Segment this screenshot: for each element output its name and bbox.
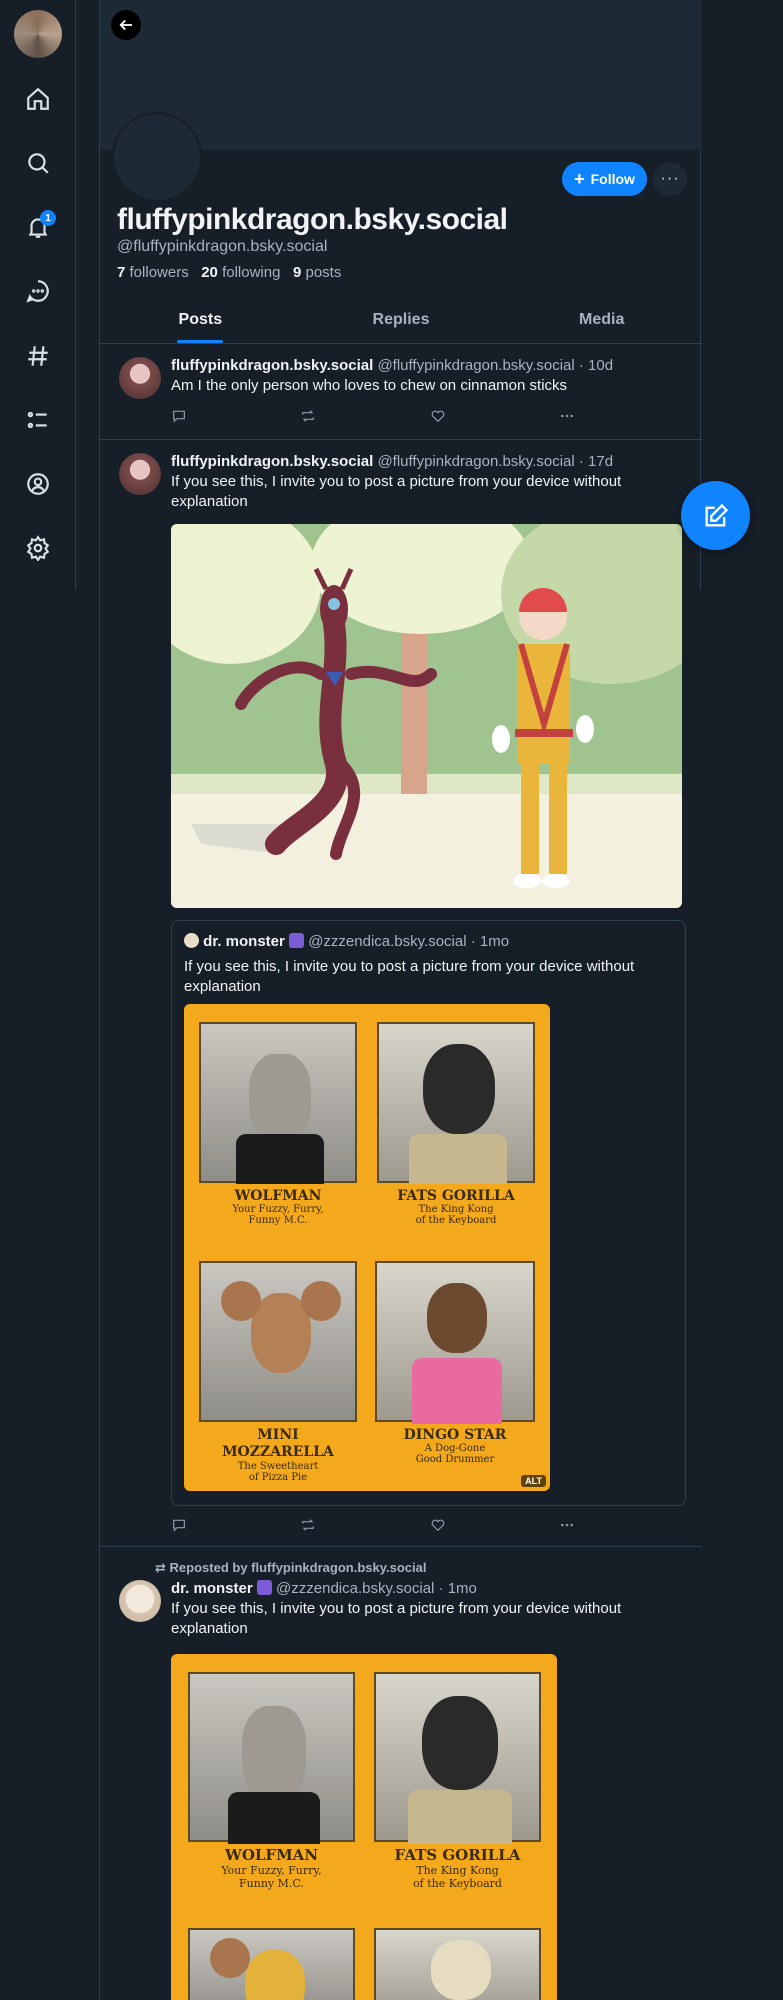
like-icon[interactable]	[430, 1517, 446, 1533]
profile-icon[interactable]	[19, 465, 57, 503]
repost-small-icon: ⇄	[155, 1560, 166, 1575]
mozzarella-photo	[188, 1928, 355, 2000]
post-avatar[interactable]	[119, 357, 161, 399]
post-text: If you see this, I invite you to post a …	[171, 473, 622, 510]
arrow-left-icon	[119, 19, 132, 31]
post-meta: fluffypinkdragon.bsky.social @fluffypink…	[171, 453, 691, 470]
quote-time: · 1mo	[470, 933, 510, 950]
post-actions	[171, 1517, 573, 1537]
post-time[interactable]: · 17d	[579, 453, 613, 470]
post-time[interactable]: · 1mo	[439, 1580, 477, 1597]
dingo-photo	[375, 1261, 535, 1424]
follow-button[interactable]: + Follow	[562, 162, 647, 196]
poster-caption: DINGO STAR A Dog-Gone Good Drummer	[403, 1427, 507, 1465]
post-image[interactable]: WOLFMAN Your Fuzzy, Furry, Funny M.C. FA…	[171, 1654, 557, 2000]
post-handle: @fluffypinkdragon.bsky.social	[377, 453, 575, 470]
post-avatar[interactable]	[119, 1580, 161, 1622]
emoji-badge-icon	[289, 933, 305, 948]
post-time[interactable]: · 10d	[579, 357, 613, 374]
profile-more-button[interactable]: ···	[653, 162, 687, 196]
alt-badge[interactable]: ALT	[521, 1475, 546, 1487]
notification-badge: 1	[40, 210, 56, 226]
post-more-icon[interactable]	[559, 408, 575, 424]
like-icon[interactable]	[430, 408, 446, 424]
settings-icon[interactable]	[19, 529, 57, 567]
post-handle: @zzzendica.bsky.social	[276, 1580, 435, 1597]
chat-icon[interactable]	[19, 272, 57, 310]
reply-icon[interactable]	[171, 1517, 187, 1533]
my-avatar[interactable]	[14, 10, 62, 58]
post-handle: @fluffypinkdragon.bsky.social	[377, 357, 575, 374]
post-author[interactable]: dr. monster	[171, 1580, 253, 1597]
tab-media[interactable]: Media	[501, 300, 702, 343]
following-link[interactable]: 20 following	[201, 264, 280, 281]
bell-icon[interactable]: 1	[19, 208, 57, 246]
cartoon-illustration	[171, 524, 682, 908]
follow-label: Follow	[590, 171, 635, 187]
profile-handle: @fluffypinkdragon.bsky.social	[117, 238, 328, 255]
tab-replies[interactable]: Replies	[301, 300, 502, 343]
poster-caption: MINI MOZZARELLA The Sweetheart of Pizza …	[222, 1427, 334, 1483]
post-actions	[171, 408, 573, 428]
search-icon[interactable]	[19, 144, 57, 182]
post-text: If you see this, I invite you to post a …	[171, 1600, 622, 1637]
feed-post[interactable]: fluffypinkdragon.bsky.social @fluffypink…	[100, 441, 702, 1547]
nav-rail: 1	[0, 0, 76, 590]
wolfman-photo	[188, 1672, 355, 1844]
repost-icon[interactable]	[300, 408, 316, 424]
profile-stats: 7 followers 20 following 9 posts	[117, 264, 341, 281]
compose-button[interactable]	[681, 481, 750, 550]
gorilla-photo	[377, 1022, 535, 1184]
reply-icon[interactable]	[171, 408, 187, 424]
posts-count: 9 posts	[292, 264, 342, 281]
followers-link[interactable]: 7 followers	[117, 264, 189, 281]
feed-post[interactable]: ⇄ Reposted by fluffypinkdragon.bsky.soci…	[100, 1548, 702, 2000]
quote-author[interactable]: dr. monster	[203, 933, 285, 950]
list-icon[interactable]	[19, 401, 57, 439]
post-meta: fluffypinkdragon.bsky.social @fluffypink…	[171, 357, 691, 374]
repost-indicator[interactable]: ⇄ Reposted by fluffypinkdragon.bsky.soci…	[155, 1560, 426, 1576]
post-text: Am I the only person who loves to chew o…	[171, 377, 568, 394]
plus-icon: +	[574, 169, 585, 189]
quote-text: If you see this, I invite you to post a …	[184, 958, 635, 995]
quote-image[interactable]: WOLFMAN Your Fuzzy, Furry, Funny M.C. FA…	[184, 1004, 550, 1491]
mozzarella-photo	[199, 1261, 357, 1422]
quote-meta: dr. monster @zzzendica.bsky.social · 1mo	[184, 933, 509, 950]
poster-caption: WOLFMAN Your Fuzzy, Furry, Funny M.C.	[221, 1846, 322, 1890]
repost-icon[interactable]	[300, 1517, 316, 1533]
post-more-icon[interactable]	[559, 1517, 575, 1533]
profile-tabs: Posts Replies Media	[100, 300, 702, 344]
profile-avatar[interactable]	[112, 112, 202, 202]
poster-caption: FATS GORILLA The King Kong of the Keyboa…	[394, 1846, 521, 1890]
home-icon[interactable]	[19, 80, 57, 118]
poster-caption: WOLFMAN Your Fuzzy, Furry, Funny M.C.	[232, 1188, 324, 1226]
post-author[interactable]: fluffypinkdragon.bsky.social	[171, 357, 373, 374]
wolfman-photo	[199, 1022, 357, 1184]
more-dots-icon: ···	[660, 170, 680, 187]
back-button[interactable]	[111, 10, 141, 40]
feed-post[interactable]: fluffypinkdragon.bsky.social @fluffypink…	[100, 345, 702, 440]
profile-column: + Follow ··· fluffypinkdragon.bsky.socia…	[99, 0, 702, 2000]
tab-posts[interactable]: Posts	[100, 300, 301, 343]
quote-handle: @zzzendica.bsky.social	[308, 933, 467, 950]
dingo-photo	[374, 1928, 541, 2000]
gorilla-photo	[374, 1672, 541, 1844]
display-name: fluffypinkdragon.bsky.social	[117, 203, 508, 236]
post-author[interactable]: fluffypinkdragon.bsky.social	[171, 453, 373, 470]
quote-avatar[interactable]	[184, 933, 199, 948]
post-image[interactable]	[171, 524, 682, 908]
post-avatar[interactable]	[119, 453, 161, 495]
hashtag-icon[interactable]	[19, 337, 57, 375]
emoji-badge-icon	[256, 1580, 272, 1595]
post-meta: dr. monster @zzzendica.bsky.social · 1mo	[171, 1580, 691, 1597]
quoted-post[interactable]: dr. monster @zzzendica.bsky.social · 1mo…	[171, 920, 686, 1506]
poster-caption: FATS GORILLA The King Kong of the Keyboa…	[397, 1188, 515, 1226]
compose-icon	[705, 503, 728, 526]
